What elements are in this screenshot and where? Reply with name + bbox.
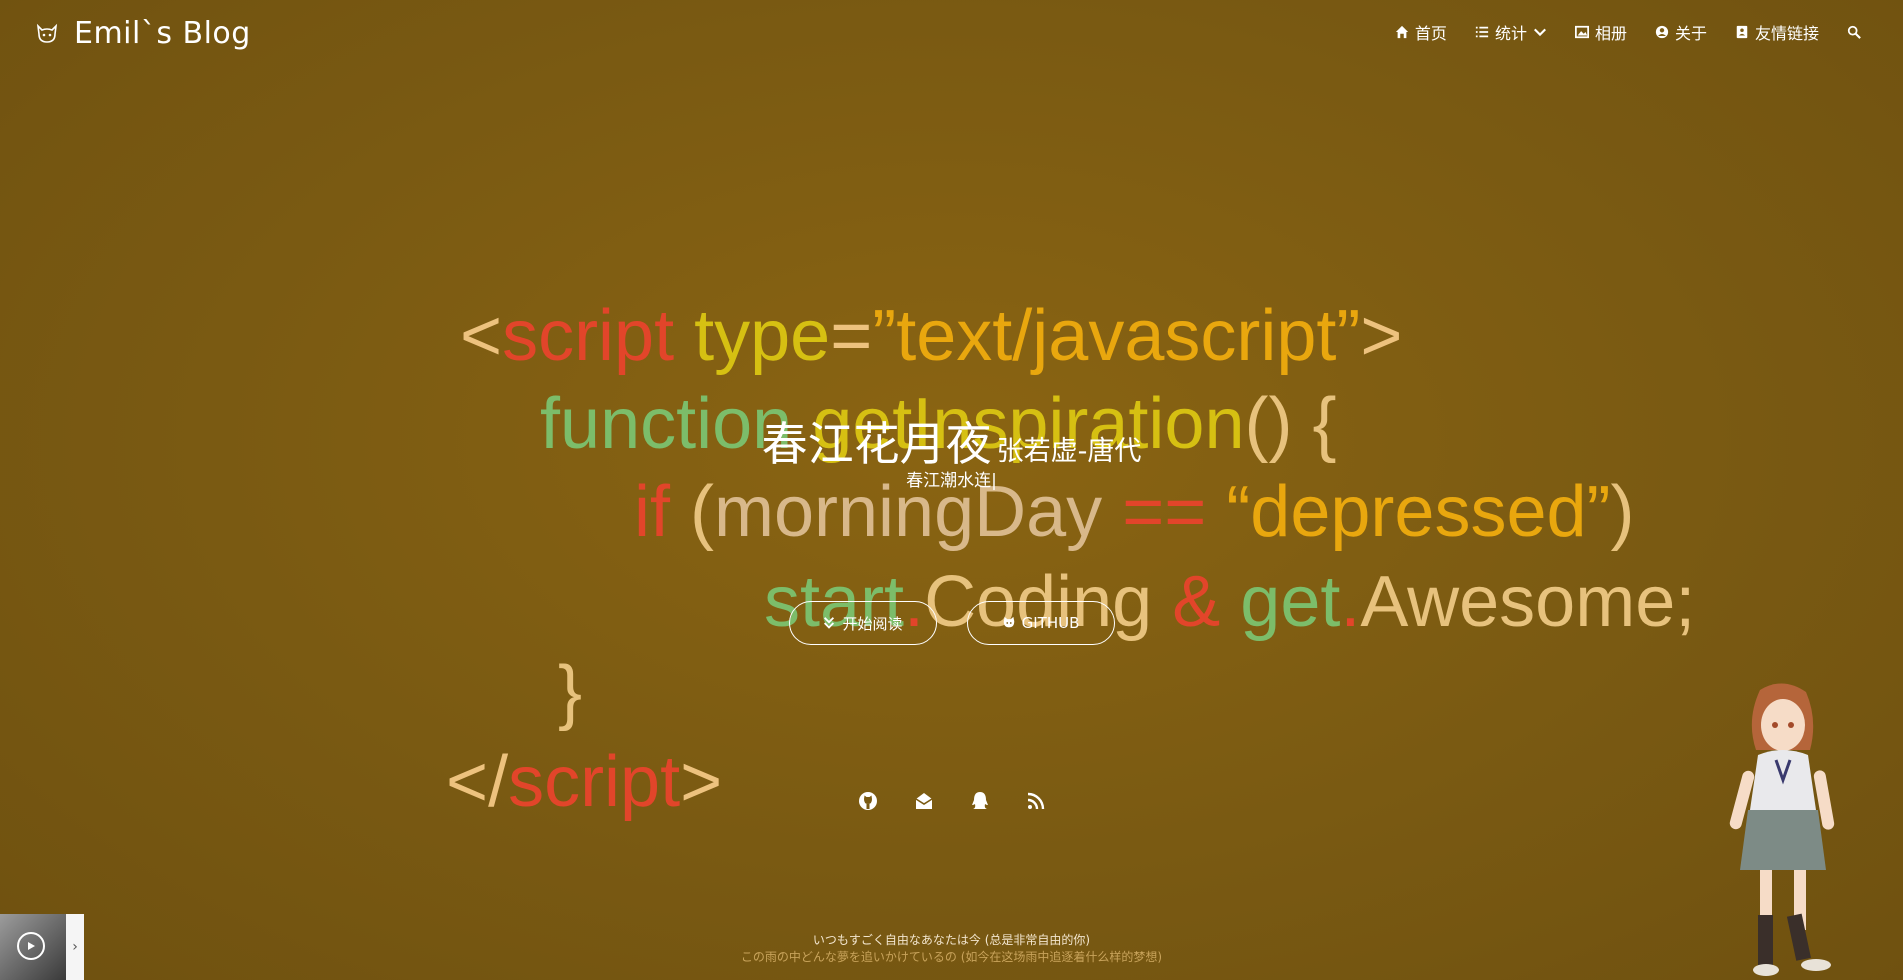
- github-button[interactable]: GITHUB: [966, 601, 1115, 645]
- nav-item-about[interactable]: 关于: [1655, 20, 1707, 44]
- brand[interactable]: Emil`s Blog: [34, 16, 251, 51]
- user-circle-icon: [1655, 25, 1669, 39]
- chevron-right-icon: ›: [72, 939, 78, 955]
- mail-icon[interactable]: [913, 790, 935, 812]
- start-reading-label: 开始阅读: [842, 614, 903, 633]
- lyrics-line-current: いつもすごく自由なあなたは今 (总是非常自由的你): [812, 933, 1091, 947]
- hero-buttons: 开始阅读 GITHUB: [0, 601, 1903, 645]
- poem-title: 春江花月夜: [761, 417, 992, 471]
- github-icon[interactable]: [857, 790, 879, 812]
- site-title[interactable]: Emil`s Blog: [74, 16, 251, 51]
- github-label: GITHUB: [1021, 614, 1080, 632]
- nav-item-label: 首页: [1414, 24, 1447, 43]
- search-icon: [1847, 25, 1861, 39]
- nav-item-label: 统计: [1494, 24, 1527, 43]
- list-icon: [1475, 26, 1489, 38]
- code-line-6: </script>: [446, 742, 723, 822]
- nav-menu: 首页 统计 相册 关于 友情链接: [1395, 20, 1861, 44]
- search-button[interactable]: [1847, 25, 1861, 39]
- chevron-down-icon: [1533, 28, 1546, 37]
- lyrics-footer: いつもすごく自由なあなたは今 (总是非常自由的你) この雨の中どんな夢を追いかけ…: [0, 932, 1903, 966]
- cat-logo-icon: [36, 23, 58, 43]
- start-reading-button[interactable]: 开始阅读: [788, 601, 937, 645]
- image-icon: [1574, 25, 1589, 39]
- nav-item-home[interactable]: 首页: [1395, 20, 1447, 44]
- nav-item-label: 友情链接: [1754, 24, 1819, 43]
- social-links: [0, 790, 1903, 812]
- hero-title: 春江花月夜 张若虚-唐代: [0, 408, 1903, 474]
- nav-item-stats[interactable]: 统计: [1475, 20, 1547, 44]
- home-icon: [1395, 25, 1409, 39]
- music-player: ›: [0, 914, 84, 980]
- address-book-icon: [1736, 25, 1748, 39]
- nav-item-label: 关于: [1674, 24, 1707, 43]
- nav-item-label: 相册: [1594, 24, 1627, 43]
- top-navbar: Emil`s Blog 首页 统计 相册 关于 友情链接: [0, 0, 1903, 72]
- play-icon[interactable]: [17, 932, 45, 960]
- nav-item-links[interactable]: 友情链接: [1735, 20, 1819, 44]
- typed-subtitle: 春江潮水连|: [906, 471, 997, 491]
- mascot-character[interactable]: [1718, 680, 1848, 980]
- double-chevron-down-icon: [824, 617, 835, 629]
- player-toggle-button[interactable]: ›: [66, 914, 84, 980]
- nav-item-album[interactable]: 相册: [1574, 20, 1627, 44]
- rss-icon[interactable]: [1025, 790, 1047, 812]
- qq-icon[interactable]: [969, 790, 991, 812]
- lyrics-line-next: この雨の中どんな夢を追いかけているの (如今在这场雨中追逐着什么样的梦想): [740, 950, 1163, 964]
- poem-author: 张若虚-唐代: [996, 436, 1142, 467]
- github-icon: [1003, 616, 1014, 628]
- album-cover[interactable]: [0, 914, 66, 980]
